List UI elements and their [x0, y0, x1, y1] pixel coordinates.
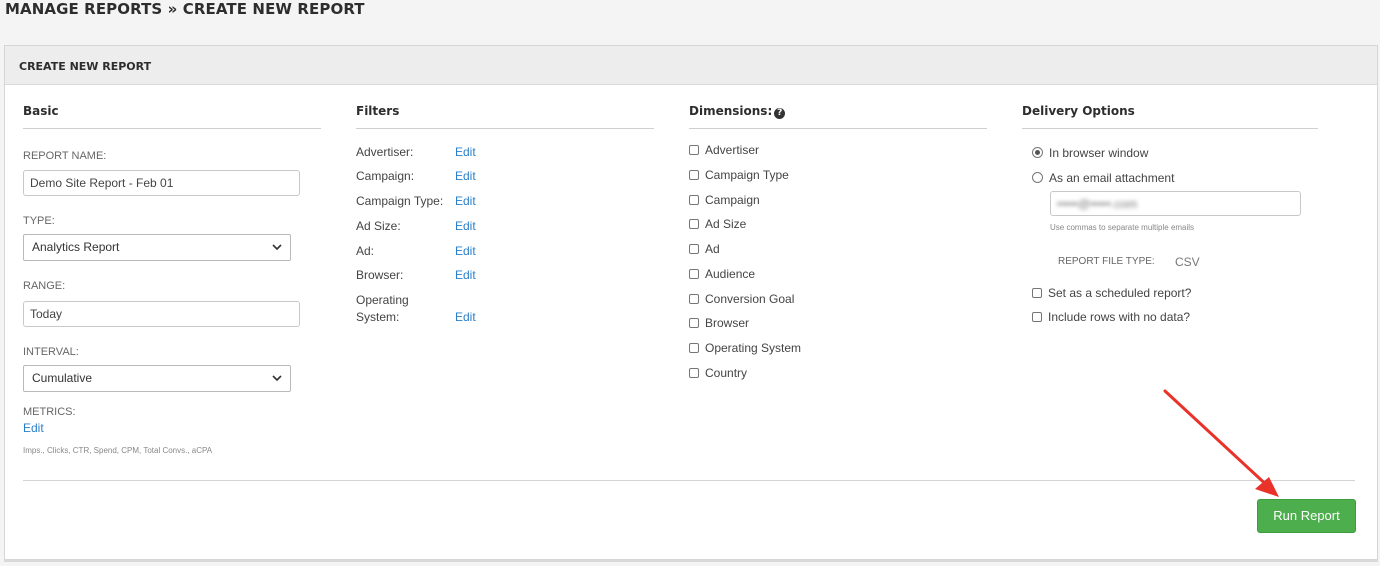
delivery-divider [1022, 128, 1318, 129]
interval-select[interactable]: Cumulative [23, 365, 291, 392]
filter-ad-size-label: Ad Size: [356, 219, 401, 233]
checkbox[interactable] [689, 219, 699, 229]
page-title: MANAGE REPORTS » CREATE NEW REPORT [5, 0, 365, 18]
chevron-down-icon [272, 244, 282, 251]
metrics-label: METRICS: [23, 406, 76, 418]
no-data-rows-checkbox[interactable]: Include rows with no data? [1032, 308, 1190, 324]
dimension-campaign-type[interactable]: Campaign Type [689, 166, 789, 182]
dimensions-heading: Dimensions:? [689, 104, 786, 119]
filter-browser-edit[interactable]: Edit [455, 268, 476, 282]
dimension-browser[interactable]: Browser [689, 314, 749, 330]
file-type-value: CSV [1175, 255, 1200, 269]
dimension-advertiser[interactable]: Advertiser [689, 141, 759, 157]
dimension-conversion-goal[interactable]: Conversion Goal [689, 290, 794, 306]
interval-label: INTERVAL: [23, 346, 79, 358]
delivery-column: Delivery Options In browser window As an… [1022, 84, 1320, 384]
metrics-summary: Imps., Clicks, CTR, Spend, CPM, Total Co… [23, 446, 213, 455]
report-name-label: REPORT NAME: [23, 150, 107, 162]
filter-os-label-line2: System: [356, 310, 400, 324]
filter-campaign-edit[interactable]: Edit [455, 169, 476, 183]
dimension-ad-size[interactable]: Ad Size [689, 215, 746, 231]
checkbox[interactable] [689, 269, 699, 279]
checkbox[interactable] [689, 170, 699, 180]
checkbox[interactable] [689, 244, 699, 254]
radio-selected[interactable] [1032, 147, 1043, 158]
dimensions-divider [689, 128, 987, 129]
dimensions-column: Dimensions:? Advertiser Campaign Type Ca… [689, 84, 987, 384]
type-select-value: Analytics Report [32, 240, 120, 254]
radio-browser-window[interactable]: In browser window [1032, 144, 1148, 160]
filter-campaign-type-edit[interactable]: Edit [455, 194, 476, 208]
email-value: •••••@•••••.com [1057, 197, 1138, 211]
filters-column: Filters Advertiser: Edit Campaign: Edit … [356, 84, 654, 384]
type-label: TYPE: [23, 215, 55, 227]
dimension-audience[interactable]: Audience [689, 265, 755, 281]
checkbox[interactable] [689, 294, 699, 304]
checkbox[interactable] [689, 145, 699, 155]
filters-heading: Filters [356, 104, 400, 118]
radio-email-attachment[interactable]: As an email attachment [1032, 169, 1174, 185]
filter-browser-label: Browser: [356, 268, 404, 282]
filter-campaign-type-label: Campaign Type: [356, 194, 444, 208]
filter-ad-label: Ad: [356, 244, 375, 258]
checkbox[interactable] [689, 318, 699, 328]
filter-campaign-label: Campaign: [356, 169, 415, 183]
report-name-input[interactable]: Demo Site Report - Feb 01 [23, 170, 300, 196]
basic-heading: Basic [23, 104, 59, 118]
range-input[interactable]: Today [23, 301, 300, 327]
filters-divider [356, 128, 654, 129]
email-hint: Use commas to separate multiple emails [1050, 223, 1195, 232]
type-select[interactable]: Analytics Report [23, 234, 291, 261]
dimension-ad[interactable]: Ad [689, 240, 720, 256]
dimension-campaign[interactable]: Campaign [689, 191, 760, 207]
help-icon[interactable]: ? [774, 108, 786, 119]
scheduled-report-checkbox[interactable]: Set as a scheduled report? [1032, 284, 1191, 300]
range-label: RANGE: [23, 280, 66, 292]
filter-advertiser-edit[interactable]: Edit [455, 145, 476, 159]
basic-divider [23, 128, 321, 129]
checkbox[interactable] [689, 343, 699, 353]
panel-title: CREATE NEW REPORT [19, 60, 152, 73]
filter-ad-size-edit[interactable]: Edit [455, 219, 476, 233]
delivery-heading: Delivery Options [1022, 104, 1135, 118]
email-input[interactable]: •••••@•••••.com [1050, 191, 1301, 216]
filter-os-label: Operating [356, 293, 409, 307]
metrics-edit-link[interactable]: Edit [23, 421, 44, 435]
filter-os-edit[interactable]: Edit [455, 310, 476, 324]
checkbox[interactable] [1032, 312, 1042, 322]
checkbox[interactable] [689, 368, 699, 378]
basic-column: Basic REPORT NAME: Demo Site Report - Fe… [23, 84, 321, 464]
interval-select-value: Cumulative [32, 371, 93, 385]
filter-advertiser-label: Advertiser: [356, 145, 414, 159]
dimension-country[interactable]: Country [689, 364, 747, 380]
filter-ad-edit[interactable]: Edit [455, 244, 476, 258]
file-type-label: REPORT FILE TYPE: [1058, 256, 1155, 267]
radio-unselected[interactable] [1032, 172, 1043, 183]
chevron-down-icon [272, 375, 282, 382]
checkbox[interactable] [689, 195, 699, 205]
panel-header: CREATE NEW REPORT [5, 46, 1377, 85]
dimension-operating-system[interactable]: Operating System [689, 339, 801, 355]
annotation-arrow-icon [1163, 389, 1279, 497]
checkbox[interactable] [1032, 288, 1042, 298]
dimensions-heading-text: Dimensions: [689, 104, 773, 118]
